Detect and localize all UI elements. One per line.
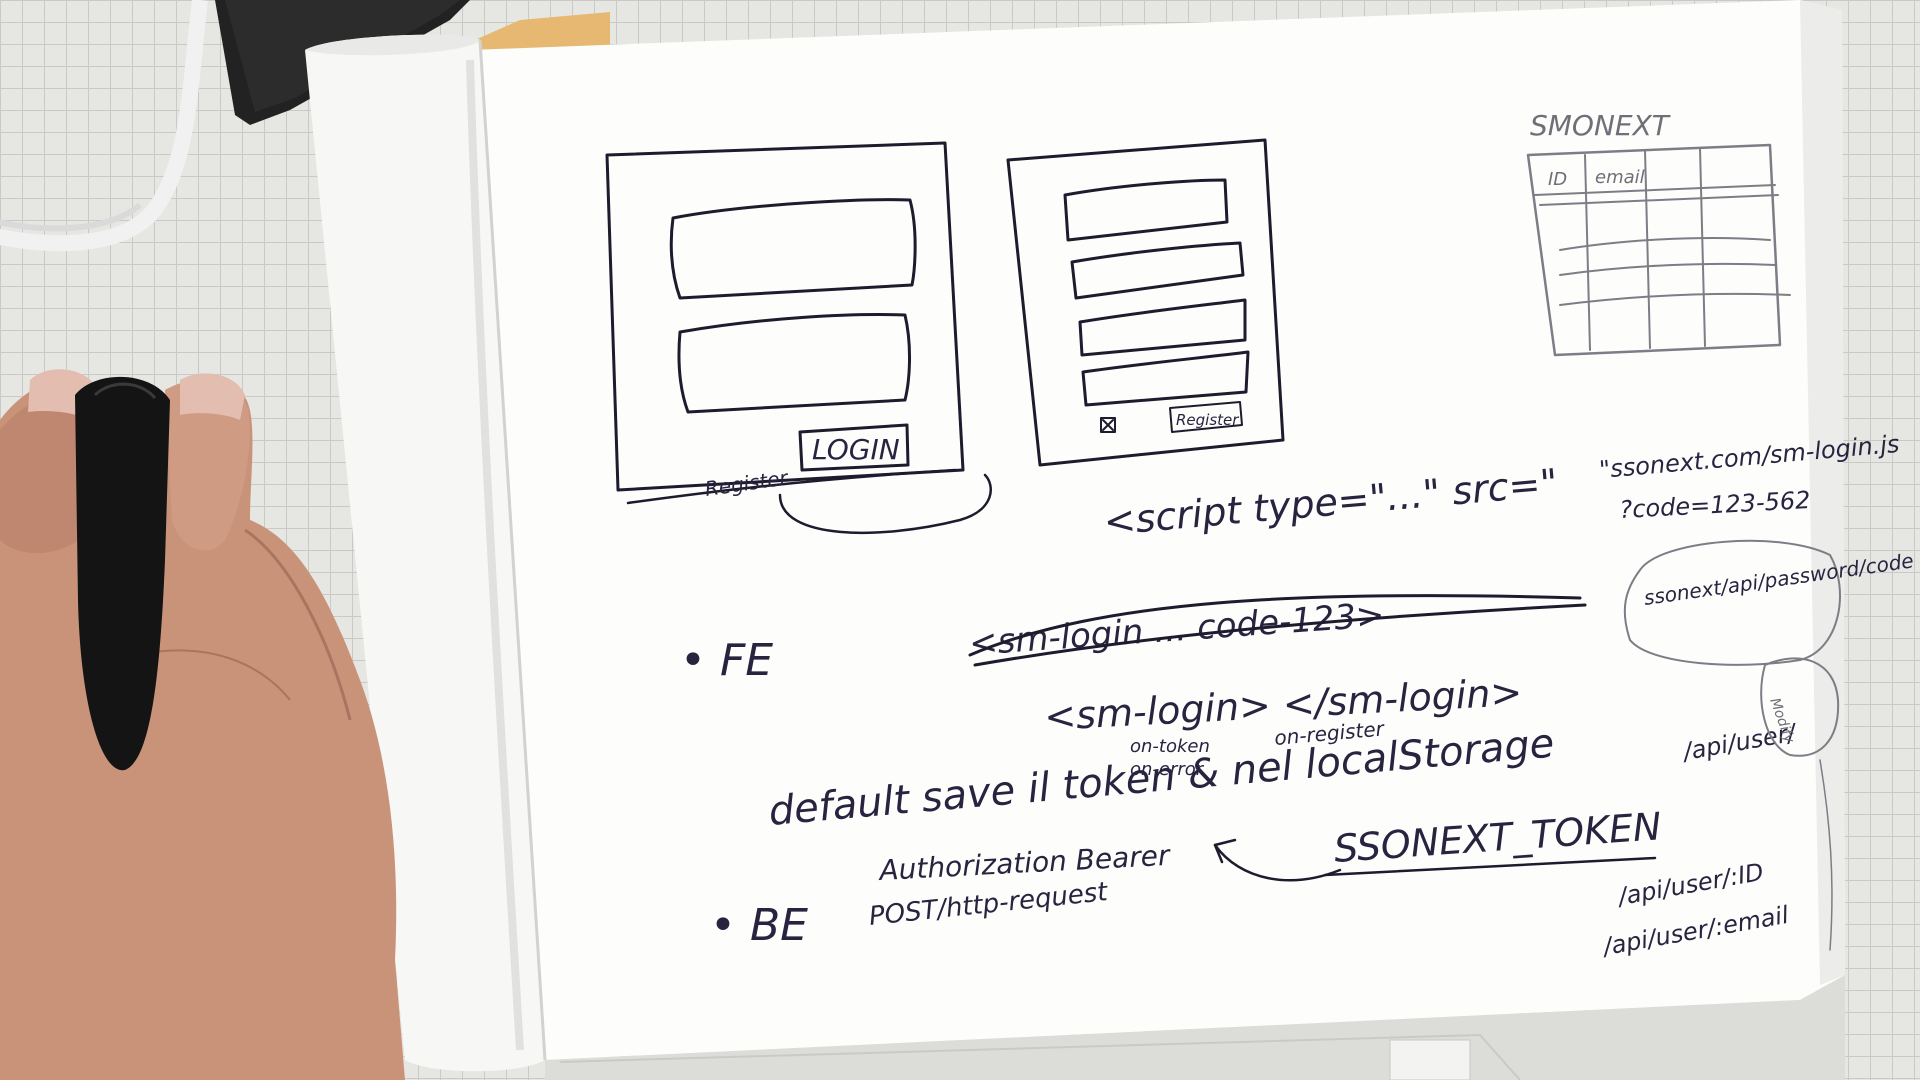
login-button-label: LOGIN <box>812 433 900 466</box>
photo-scene: LOGIN Register Register SMONEXT ID email… <box>0 0 1920 1080</box>
notebook-photo: LOGIN Register Register SMONEXT ID email… <box>0 0 1915 1080</box>
table-header-id: ID <box>1548 169 1567 190</box>
fe-bullet: • FE <box>680 635 773 686</box>
table-header-email: email <box>1595 167 1645 188</box>
be-bullet: • BE <box>710 900 808 951</box>
cable <box>0 0 208 252</box>
table-title: SMONEXT <box>1530 109 1671 142</box>
register-button-label: Register <box>1176 411 1239 429</box>
